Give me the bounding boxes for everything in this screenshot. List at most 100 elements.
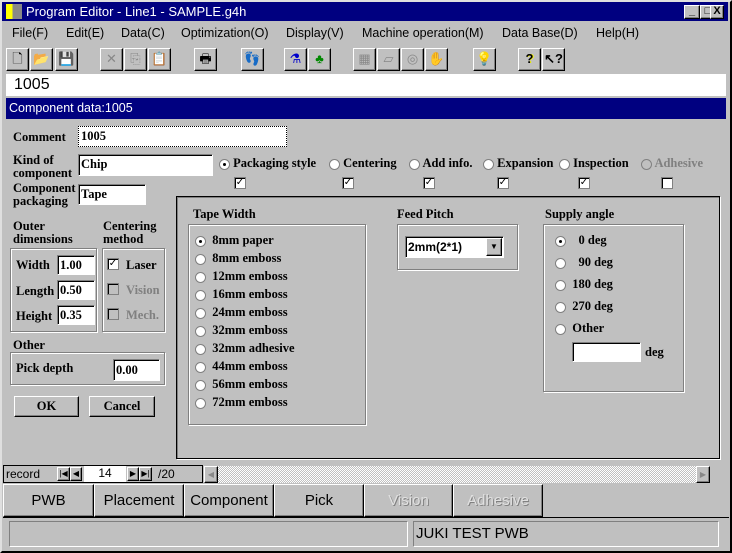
tab-placement[interactable]: Placement	[94, 484, 184, 517]
expansion-checkbox[interactable]: ✓	[497, 177, 509, 189]
menu-database[interactable]: Data Base(D)	[502, 26, 578, 40]
centering-checkbox[interactable]: ✓	[342, 177, 354, 189]
tab-pwb[interactable]: PWB	[3, 484, 94, 517]
tape-width-option[interactable]: 32mm adhesive	[195, 341, 295, 356]
tab-component[interactable]: Component	[184, 484, 274, 517]
length-input[interactable]: 0.50	[57, 280, 95, 300]
lightbulb-icon[interactable]: 💡	[473, 48, 496, 71]
context-help-icon[interactable]: ↖?	[542, 48, 565, 71]
radio-icon	[641, 158, 652, 170]
adhesive-checkbox[interactable]	[661, 177, 673, 189]
feed-pitch-select[interactable]: 2mm(2*1) ▼	[405, 236, 504, 258]
tab-label: Packaging style	[233, 156, 317, 170]
tab-packaging-style[interactable]: Packaging style	[219, 156, 316, 171]
radio-icon	[195, 379, 206, 391]
packaging-input[interactable]: Tape	[78, 184, 146, 205]
menu-machine-operation[interactable]: Machine operation(M)	[362, 26, 484, 40]
tab-expansion[interactable]: Expansion	[483, 156, 553, 171]
kind-label: Kind of component	[13, 153, 73, 180]
close-button[interactable]: X	[710, 5, 724, 19]
tape-width-option[interactable]: 8mm emboss	[195, 251, 281, 266]
machine-icon-1[interactable]: ▦	[353, 48, 376, 71]
address-bar[interactable]: 1005	[6, 74, 726, 96]
scroll-right-icon[interactable]: ▶	[696, 466, 710, 483]
option-label: 90 deg	[578, 255, 613, 269]
other-angle-input[interactable]	[572, 342, 641, 362]
scroll-left-icon[interactable]: ◀	[204, 466, 218, 483]
machine-icon-4[interactable]: ✋	[425, 48, 448, 71]
supply-angle-option[interactable]: Other	[555, 321, 604, 336]
option-label: 270 deg	[572, 299, 613, 313]
open-folder-icon[interactable]: 📂	[30, 48, 53, 71]
menu-optimization[interactable]: Optimization(O)	[181, 26, 269, 40]
mech-label: Mech.	[126, 308, 159, 322]
first-record-icon[interactable]: |◀	[57, 467, 70, 481]
machine-icon-3[interactable]: ◎	[401, 48, 424, 71]
parts-icon[interactable]: ♣	[308, 48, 331, 71]
horizontal-scrollbar[interactable]: ◀ ▶	[204, 466, 710, 483]
tape-width-option[interactable]: 44mm emboss	[195, 359, 288, 374]
tab-adhesive-bottom[interactable]: Adhesive	[453, 484, 543, 517]
ok-button[interactable]: OK	[14, 396, 79, 417]
packaging-style-checkbox[interactable]: ✓	[234, 177, 246, 189]
supply-angle-option[interactable]: 270 deg	[555, 299, 613, 314]
option-label: 8mm paper	[212, 233, 274, 247]
width-label: Width	[16, 258, 50, 272]
cancel-button[interactable]: Cancel	[89, 396, 155, 417]
tape-width-option[interactable]: 32mm emboss	[195, 323, 288, 338]
menu-edit[interactable]: Edit(E)	[66, 26, 104, 40]
cut-icon[interactable]: ✕	[100, 48, 123, 71]
tab-add-info[interactable]: Add info.	[409, 156, 472, 171]
paste-icon[interactable]: 📋	[148, 48, 171, 71]
other-label: Other	[13, 338, 45, 352]
optimization-icon[interactable]: ⚗	[284, 48, 307, 71]
menu-help[interactable]: Help(H)	[596, 26, 639, 40]
tape-width-option[interactable]: 24mm emboss	[195, 305, 288, 320]
tab-vision[interactable]: Vision	[364, 484, 453, 517]
add-info-checkbox[interactable]: ✓	[423, 177, 435, 189]
mech-checkbox[interactable]	[107, 308, 119, 320]
menu-file[interactable]: File(F)	[12, 26, 48, 40]
vision-checkbox[interactable]	[107, 283, 119, 295]
tape-width-option[interactable]: 56mm emboss	[195, 377, 288, 392]
tab-label: Centering	[343, 156, 397, 170]
supply-angle-option[interactable]: 0 deg	[555, 233, 607, 248]
tab-adhesive[interactable]: Adhesive	[641, 156, 703, 171]
prev-record-icon[interactable]: ◀	[70, 467, 82, 481]
width-input[interactable]: 1.00	[57, 255, 95, 275]
last-record-icon[interactable]: ▶|	[139, 467, 152, 481]
machine-icon-2[interactable]: ▱	[377, 48, 400, 71]
pick-depth-input[interactable]: 0.00	[113, 359, 160, 381]
radio-icon	[555, 235, 566, 247]
tab-centering[interactable]: Centering	[329, 156, 397, 171]
menu-display[interactable]: Display(V)	[286, 26, 344, 40]
kind-input[interactable]: Chip	[78, 154, 213, 176]
supply-angle-option[interactable]: 90 deg	[555, 255, 613, 270]
next-record-icon[interactable]: ▶	[127, 467, 139, 481]
tape-width-option[interactable]: 16mm emboss	[195, 287, 288, 302]
copy-icon[interactable]: ⎘	[124, 48, 147, 71]
help-icon[interactable]: ?	[518, 48, 541, 71]
option-label: 12mm emboss	[212, 269, 288, 283]
minimize-button[interactable]: _	[684, 5, 700, 19]
save-icon[interactable]: 💾	[55, 48, 78, 71]
tab-label: Inspection	[573, 156, 629, 170]
record-input[interactable]: 14	[84, 466, 126, 482]
option-label: 44mm emboss	[212, 359, 288, 373]
tape-width-option[interactable]: 12mm emboss	[195, 269, 288, 284]
height-input[interactable]: 0.35	[57, 305, 95, 325]
tab-pick[interactable]: Pick	[274, 484, 364, 517]
supply-angle-option[interactable]: 180 deg	[555, 277, 613, 292]
tape-width-option[interactable]: 72mm emboss	[195, 395, 288, 410]
chevron-down-icon[interactable]: ▼	[486, 238, 502, 256]
new-file-icon[interactable]: 🗋	[6, 48, 29, 71]
tape-width-option[interactable]: 8mm paper	[195, 233, 274, 248]
tab-inspection[interactable]: Inspection	[559, 156, 629, 171]
laser-checkbox[interactable]: ✓	[107, 258, 119, 270]
option-label: 72mm emboss	[212, 395, 288, 409]
inspection-checkbox[interactable]: ✓	[578, 177, 590, 189]
menu-data[interactable]: Data(C)	[121, 26, 165, 40]
find-icon[interactable]: 👣	[241, 48, 264, 71]
print-icon[interactable]: 🖶	[194, 48, 217, 71]
comment-input[interactable]: 1005	[78, 126, 287, 147]
